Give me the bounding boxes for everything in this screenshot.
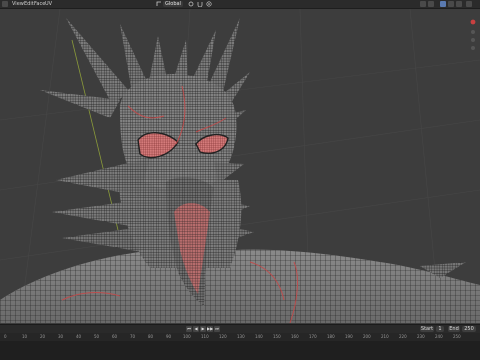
tick-label: 20 [40, 334, 46, 339]
tick-label: 90 [166, 334, 172, 339]
jump-start-icon[interactable]: ⏮ [186, 326, 192, 332]
zoom-icon[interactable] [471, 30, 475, 34]
tick-label: 160 [291, 334, 299, 339]
menu-view[interactable]: View [12, 1, 24, 7]
tick-label: 60 [112, 334, 118, 339]
tick-label: 40 [76, 334, 82, 339]
viewport-header: View Edit Face UV Global [0, 0, 480, 9]
shading-rendered-icon[interactable] [456, 1, 462, 7]
proportional-edit-icon[interactable] [206, 1, 212, 7]
viewport-options-icon[interactable] [466, 1, 472, 7]
timeline-area[interactable] [0, 341, 480, 360]
frame-start-field[interactable]: 1 [436, 326, 444, 332]
snap-icon[interactable] [197, 1, 203, 7]
x-axis-gizmo-icon[interactable] [470, 19, 476, 25]
step-forward-icon[interactable]: ▶▶ [207, 326, 213, 332]
xray-icon[interactable] [428, 1, 434, 7]
tick-label: 110 [201, 334, 209, 339]
tick-label: 70 [130, 334, 136, 339]
menu-uv[interactable]: UV [45, 1, 52, 7]
tick-label: 240 [435, 334, 443, 339]
tick-label: 220 [399, 334, 407, 339]
pan-icon[interactable] [471, 38, 475, 42]
menu-face[interactable]: Face [34, 1, 45, 7]
tick-label: 190 [345, 334, 353, 339]
menu-edit[interactable]: Edit [24, 1, 34, 7]
tick-label: 100 [183, 334, 191, 339]
editor-type-icon[interactable] [2, 1, 8, 7]
3d-viewport[interactable] [0, 9, 480, 323]
frame-end-field[interactable]: 250 [462, 326, 476, 332]
tick-label: 10 [22, 334, 28, 339]
timeline-ruler[interactable]: 0 10 20 30 40 50 60 70 80 90 100 110 120… [0, 333, 480, 341]
creature-mesh [0, 18, 480, 323]
tick-label: 150 [273, 334, 281, 339]
tick-label: 180 [327, 334, 335, 339]
tick-label: 120 [219, 334, 227, 339]
tick-label: 0 [4, 334, 7, 339]
tick-label: 230 [417, 334, 425, 339]
tick-label: 50 [94, 334, 100, 339]
tick-label: 30 [58, 334, 64, 339]
pivot-icon[interactable] [188, 1, 194, 7]
transform-orientation-icon[interactable] [156, 1, 162, 7]
mode-select[interactable]: Global [163, 1, 183, 7]
play-reverse-icon[interactable]: ◀ [193, 326, 199, 332]
tick-label: 250 [453, 334, 461, 339]
timeline-header: ⏮ ◀ ▶ ▶▶ ⏭ Start 1 End 250 [0, 324, 480, 333]
overlay-icon[interactable] [420, 1, 426, 7]
play-icon[interactable]: ▶ [200, 326, 206, 332]
tick-label: 80 [148, 334, 154, 339]
tick-label: 200 [363, 334, 371, 339]
camera-icon[interactable] [471, 46, 475, 50]
frame-end-label: End [448, 326, 460, 332]
tick-label: 140 [255, 334, 263, 339]
shading-solid-icon[interactable] [440, 1, 446, 7]
tick-label: 210 [381, 334, 389, 339]
mesh-render [0, 9, 480, 323]
shading-material-icon[interactable] [448, 1, 454, 7]
frame-start-label: Start [420, 326, 434, 332]
jump-end-icon[interactable]: ⏭ [214, 326, 220, 332]
navigation-gizmo[interactable] [468, 18, 478, 58]
tick-label: 130 [237, 334, 245, 339]
tick-label: 170 [309, 334, 317, 339]
